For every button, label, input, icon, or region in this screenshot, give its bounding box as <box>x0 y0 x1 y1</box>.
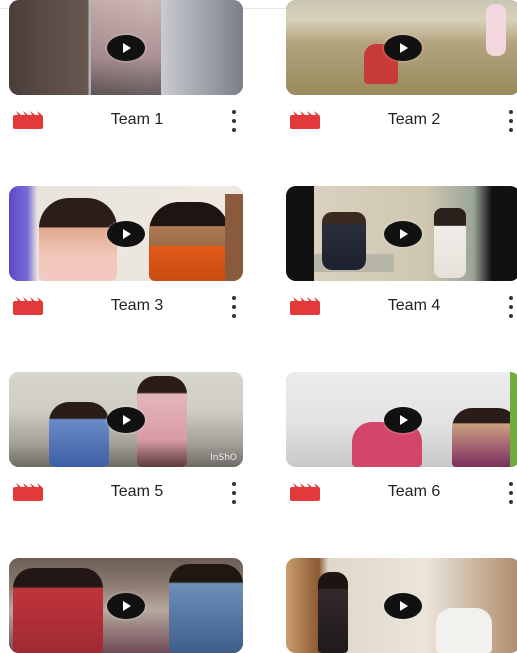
video-card-1[interactable]: Team 1 <box>9 0 243 145</box>
video-thumbnail[interactable] <box>286 372 517 467</box>
more-vert-icon[interactable] <box>229 482 239 504</box>
video-thumbnail[interactable] <box>286 0 517 95</box>
clapperboard-icon <box>13 111 43 129</box>
play-icon[interactable] <box>107 592 145 619</box>
play-icon[interactable] <box>384 592 422 619</box>
clapperboard-icon <box>13 297 43 315</box>
video-card-3[interactable]: Team 3 <box>9 186 243 331</box>
video-card-2[interactable]: Team 2 <box>286 0 517 145</box>
play-icon[interactable] <box>384 220 422 247</box>
video-thumbnail[interactable] <box>9 558 243 653</box>
video-thumbnail[interactable] <box>9 186 243 281</box>
more-vert-icon[interactable] <box>506 296 516 318</box>
video-card-4[interactable]: Team 4 <box>286 186 517 331</box>
play-icon[interactable] <box>384 34 422 61</box>
play-icon[interactable] <box>384 406 422 433</box>
video-title: Team 3 <box>110 297 164 314</box>
video-thumbnail[interactable]: InShO <box>9 372 243 467</box>
video-title: Team 4 <box>387 297 441 314</box>
video-title: Team 6 <box>387 483 441 500</box>
clapperboard-icon <box>13 483 43 501</box>
clapperboard-icon <box>290 111 320 129</box>
clapperboard-icon <box>290 297 320 315</box>
video-title: Team 2 <box>387 111 441 128</box>
video-card-6[interactable]: Team 6 <box>286 372 517 517</box>
clapperboard-icon <box>290 483 320 501</box>
video-title: Team 1 <box>110 111 164 128</box>
play-icon[interactable] <box>107 406 145 433</box>
play-icon[interactable] <box>107 34 145 61</box>
video-card-8[interactable] <box>286 558 517 653</box>
more-vert-icon[interactable] <box>506 482 516 504</box>
more-vert-icon[interactable] <box>229 110 239 132</box>
video-title: Team 5 <box>110 483 164 500</box>
video-card-5[interactable]: InShO Team 5 <box>9 372 243 517</box>
video-card-7[interactable] <box>9 558 243 653</box>
more-vert-icon[interactable] <box>506 110 516 132</box>
video-thumbnail[interactable] <box>286 558 517 653</box>
play-icon[interactable] <box>107 220 145 247</box>
watermark: InShO <box>210 453 237 463</box>
video-thumbnail[interactable] <box>9 0 243 95</box>
video-thumbnail[interactable] <box>286 186 517 281</box>
more-vert-icon[interactable] <box>229 296 239 318</box>
